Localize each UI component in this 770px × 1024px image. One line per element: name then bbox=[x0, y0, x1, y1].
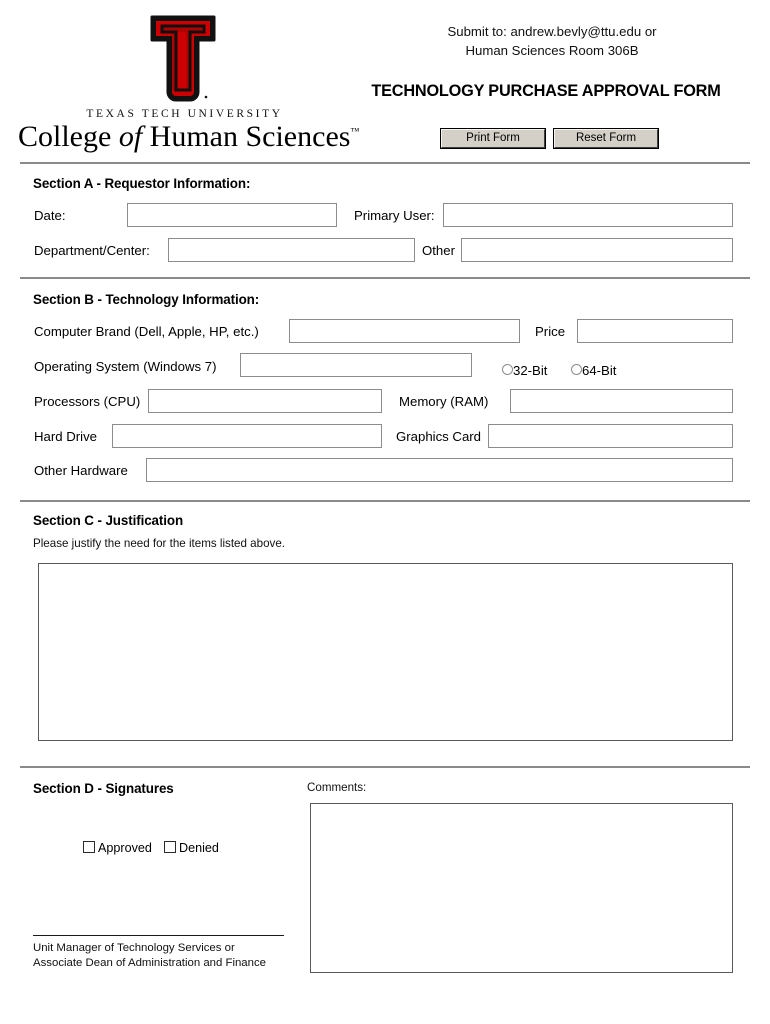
operating-system-label: Operating System (Windows 7) bbox=[34, 359, 217, 374]
operating-system-input[interactable] bbox=[240, 353, 472, 377]
checkbox-denied-label[interactable]: Denied bbox=[179, 841, 219, 855]
computer-brand-input[interactable] bbox=[289, 319, 520, 343]
divider-above-section-b bbox=[20, 277, 750, 279]
divider-above-section-c bbox=[20, 500, 750, 502]
reset-form-button[interactable]: Reset Form bbox=[554, 129, 658, 148]
college-wordmark: College of Human Sciences™ bbox=[18, 120, 359, 153]
department-center-label: Department/Center: bbox=[34, 243, 150, 258]
primary-user-label: Primary User: bbox=[354, 208, 435, 223]
section-a-heading: Section A - Requestor Information: bbox=[33, 176, 251, 191]
divider-above-section-d bbox=[20, 766, 750, 768]
radio-64-bit-label[interactable]: 64-Bit bbox=[582, 363, 616, 378]
signature-line bbox=[33, 935, 284, 936]
hard-drive-label: Hard Drive bbox=[34, 429, 98, 444]
section-c-heading: Section C - Justification bbox=[33, 513, 184, 528]
date-input[interactable] bbox=[127, 203, 337, 227]
hard-drive-input[interactable] bbox=[112, 424, 382, 448]
comments-textarea[interactable] bbox=[310, 803, 733, 973]
form-header: TEXAS TECH UNIVERSITY College of Human S… bbox=[0, 0, 770, 160]
section-b-heading: Section B - Technology Information: bbox=[33, 292, 260, 307]
submit-instructions: Submit to: andrew.bevly@ttu.edu or Human… bbox=[352, 22, 752, 60]
memory-ram-input[interactable] bbox=[510, 389, 733, 413]
signature-caption: Unit Manager of Technology Services or A… bbox=[33, 941, 266, 971]
other-hardware-label: Other Hardware bbox=[34, 463, 128, 478]
other-label: Other bbox=[422, 243, 455, 258]
submit-line-1: Submit to: andrew.bevly@ttu.edu or bbox=[447, 24, 657, 39]
processors-cpu-input[interactable] bbox=[148, 389, 382, 413]
checkbox-approved[interactable] bbox=[83, 841, 95, 853]
signature-caption-line-2: Associate Dean of Administration and Fin… bbox=[33, 957, 267, 969]
other-input[interactable] bbox=[461, 238, 733, 262]
memory-ram-label: Memory (RAM) bbox=[399, 394, 489, 409]
checkbox-approved-label[interactable]: Approved bbox=[98, 841, 152, 855]
department-center-input[interactable] bbox=[168, 238, 415, 262]
graphics-card-label: Graphics Card bbox=[396, 429, 482, 444]
checkbox-denied[interactable] bbox=[164, 841, 176, 853]
divider-above-section-a bbox=[20, 162, 750, 164]
price-label: Price bbox=[535, 324, 566, 339]
submit-line-2: Human Sciences Room 306B bbox=[465, 43, 639, 58]
other-hardware-input[interactable] bbox=[146, 458, 733, 482]
university-name: TEXAS TECH UNIVERSITY bbox=[86, 108, 283, 120]
price-input[interactable] bbox=[577, 319, 733, 343]
comments-label: Comments: bbox=[307, 781, 367, 794]
print-form-button[interactable]: Print Form bbox=[441, 129, 545, 148]
radio-32-bit-label[interactable]: 32-Bit bbox=[513, 363, 547, 378]
section-d-heading: Section D - Signatures bbox=[33, 781, 174, 796]
university-logo-block: TEXAS TECH UNIVERSITY College of Human S… bbox=[18, 14, 359, 153]
college-subject: Human Sciences bbox=[149, 120, 351, 153]
double-t-icon bbox=[150, 15, 216, 102]
radio-32-bit[interactable] bbox=[502, 364, 513, 375]
trademark-symbol: ™ bbox=[350, 126, 360, 136]
technology-purchase-approval-form-page: TEXAS TECH UNIVERSITY College of Human S… bbox=[0, 0, 770, 1024]
computer-brand-label: Computer Brand (Dell, Apple, HP, etc.) bbox=[34, 324, 259, 339]
signature-caption-line-1: Unit Manager of Technology Services or bbox=[33, 942, 235, 954]
form-title: TECHNOLOGY PURCHASE APPROVAL FORM bbox=[371, 82, 721, 100]
double-t-logo bbox=[18, 14, 348, 108]
section-c-subheading: Please justify the need for the items li… bbox=[33, 537, 285, 550]
radio-64-bit[interactable] bbox=[571, 364, 582, 375]
college-word: College bbox=[18, 120, 112, 153]
justification-textarea[interactable] bbox=[38, 563, 733, 741]
date-label: Date: bbox=[34, 208, 66, 223]
primary-user-input[interactable] bbox=[443, 203, 733, 227]
college-of-word: of bbox=[118, 120, 143, 153]
processors-cpu-label: Processors (CPU) bbox=[34, 394, 141, 409]
graphics-card-input[interactable] bbox=[488, 424, 733, 448]
